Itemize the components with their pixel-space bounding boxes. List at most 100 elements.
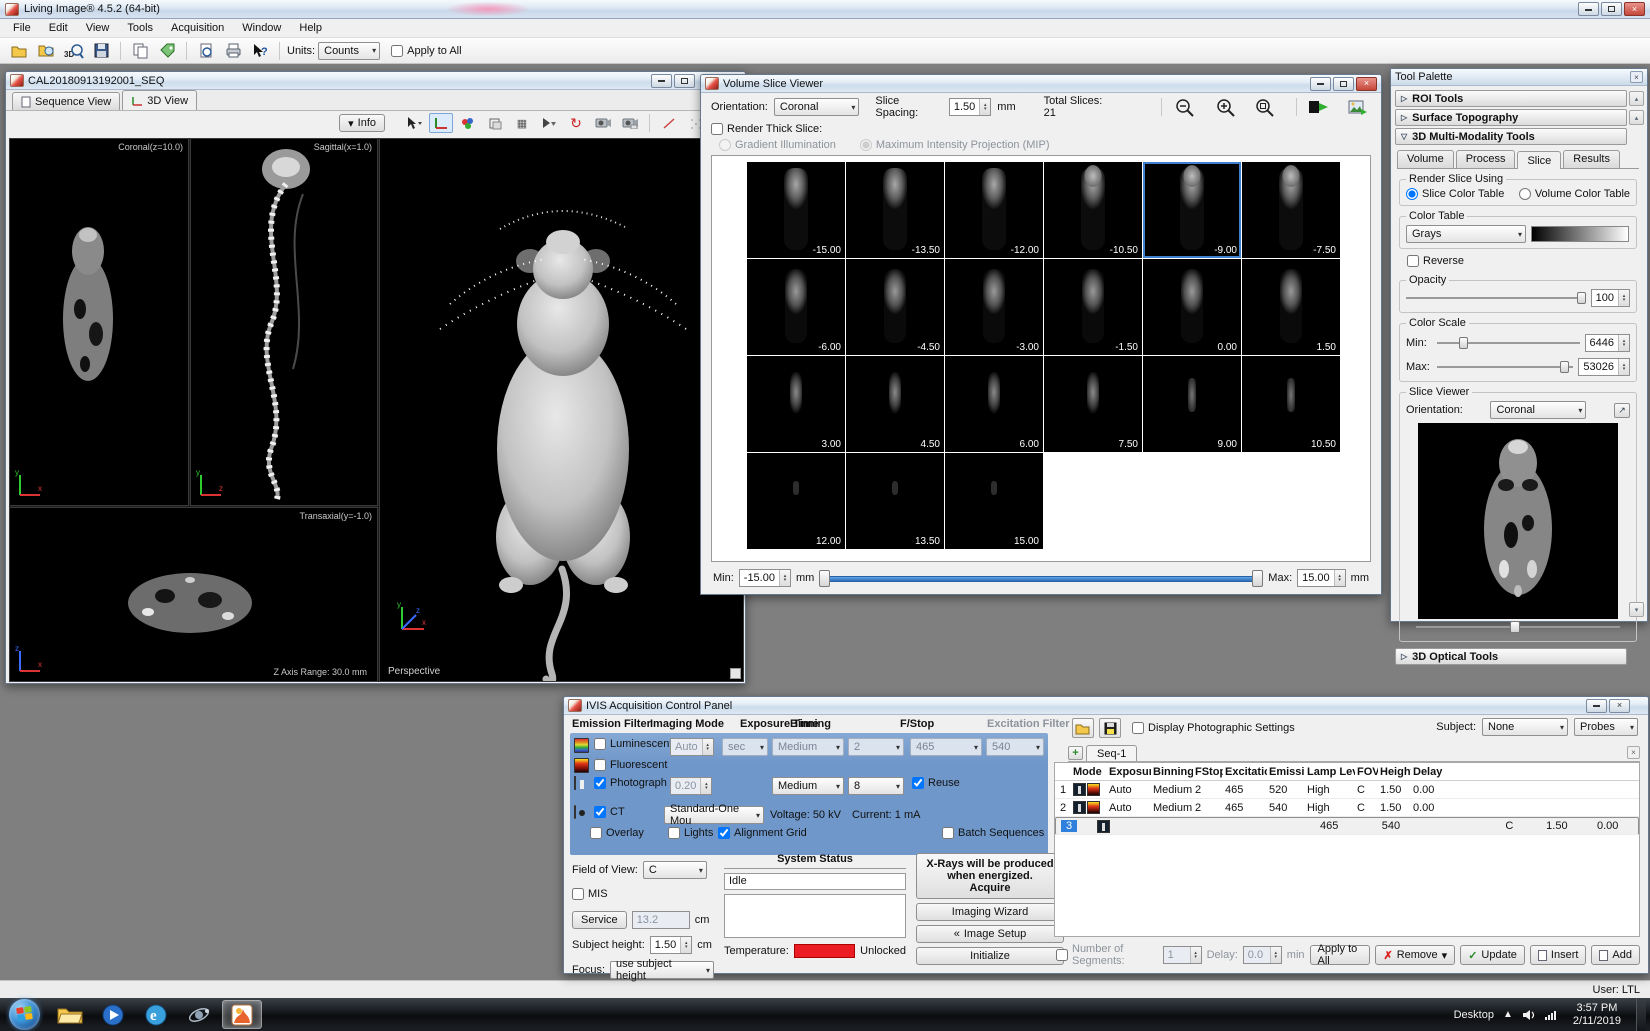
- slice-thumbnail[interactable]: -4.50: [846, 259, 944, 355]
- slice-thumbnail[interactable]: 15.00: [945, 453, 1043, 549]
- sequence-window-titlebar[interactable]: CAL20180913192001_SEQ: [6, 72, 745, 90]
- slice-thumbnail[interactable]: 0.00: [1143, 259, 1241, 355]
- slice-thumbnail[interactable]: -9.00: [1143, 162, 1241, 258]
- ct-mode-select[interactable]: Standard-One Mou▾: [664, 806, 764, 824]
- overlay-checkbox[interactable]: Overlay: [590, 827, 644, 839]
- max-spinner[interactable]: 53026▴▾: [1578, 358, 1630, 376]
- print-icon[interactable]: [221, 40, 245, 61]
- min-handle[interactable]: [1459, 337, 1468, 349]
- close-icon[interactable]: ×: [1630, 71, 1643, 83]
- maximize-button[interactable]: [1601, 2, 1622, 16]
- focus-select[interactable]: use subject height▾: [610, 961, 714, 979]
- tray-chevron-icon[interactable]: ▲: [1503, 1009, 1513, 1020]
- initialize-button[interactable]: Initialize: [916, 947, 1064, 965]
- export-movie-icon[interactable]: [1307, 97, 1332, 117]
- slice-thumbnail[interactable]: -13.50: [846, 162, 944, 258]
- slice-thumbnail[interactable]: 3.00: [747, 356, 845, 452]
- copy-icon[interactable]: [128, 40, 152, 61]
- batch-sequences-checkbox[interactable]: Batch Sequences: [942, 827, 1044, 839]
- show-desktop-button[interactable]: [1636, 998, 1646, 1031]
- 3d-browse-icon[interactable]: 3D: [62, 40, 86, 61]
- sagittal-viewport[interactable]: Sagittal(x=1.0) yz: [190, 138, 378, 506]
- segments-checkbox[interactable]: Number of Segments:: [1056, 943, 1158, 967]
- taskbar-browser-icon[interactable]: e: [136, 1000, 176, 1029]
- minimize-button[interactable]: [1578, 2, 1599, 16]
- photo-binning-select[interactable]: Medium▾: [772, 777, 844, 795]
- render-thick-checkbox[interactable]: Render Thick Slice:: [711, 123, 822, 135]
- mip-radio[interactable]: Maximum Intensity Projection (MIP): [860, 139, 1050, 151]
- preview-slider[interactable]: [1416, 621, 1620, 633]
- color-scale-max-slider[interactable]: [1437, 360, 1573, 374]
- color-table-select[interactable]: Grays▾: [1406, 225, 1526, 243]
- slice-thumbnail[interactable]: -3.00: [945, 259, 1043, 355]
- insert-button[interactable]: Insert: [1530, 945, 1587, 965]
- save-sequence-icon[interactable]: [1099, 718, 1121, 738]
- palette-tab[interactable]: Process: [1456, 150, 1516, 168]
- tray-speaker-icon[interactable]: [1522, 1009, 1535, 1021]
- minimize-button[interactable]: [1310, 77, 1331, 91]
- add-button[interactable]: Add: [1591, 945, 1640, 965]
- reuse-checkbox[interactable]: Reuse: [912, 777, 960, 789]
- menu-item[interactable]: Acquisition: [162, 20, 233, 36]
- scroll-up-icon[interactable]: ▴: [1629, 91, 1644, 106]
- export-image-icon[interactable]: [1346, 97, 1371, 117]
- tray-network-icon[interactable]: [1544, 1009, 1558, 1021]
- min-spinner[interactable]: 6446▴▾: [1585, 334, 1630, 352]
- apply-to-all-button[interactable]: Apply to All: [1310, 945, 1371, 965]
- perspective-viewport[interactable]: Perspective y x z: [379, 138, 744, 682]
- section-surface-topography[interactable]: ▷Surface Topography: [1395, 109, 1627, 126]
- close-button[interactable]: ×: [1609, 699, 1630, 713]
- pointer-tool-icon[interactable]: [402, 113, 426, 133]
- menu-item[interactable]: View: [77, 20, 119, 36]
- lights-checkbox[interactable]: Lights: [668, 827, 713, 839]
- taskbar-living-image-icon[interactable]: [222, 1000, 262, 1029]
- acquire-button[interactable]: X-Rays will be producedwhen energized.Ac…: [916, 853, 1064, 899]
- slice-thumbnail[interactable]: 13.50: [846, 453, 944, 549]
- menu-item[interactable]: Tools: [118, 20, 162, 36]
- close-button[interactable]: ×: [1356, 77, 1377, 91]
- tool-palette-titlebar[interactable]: Tool Palette ×: [1391, 69, 1647, 86]
- max-handle[interactable]: [1560, 361, 1569, 373]
- camera-tool-icon[interactable]: [591, 113, 615, 133]
- orientation-select[interactable]: Coronal▾: [774, 98, 860, 116]
- slice-thumbnail[interactable]: -12.00: [945, 162, 1043, 258]
- slice-thumbnail[interactable]: -6.00: [747, 259, 845, 355]
- start-button[interactable]: [9, 999, 40, 1030]
- minimize-button[interactable]: [1586, 699, 1607, 713]
- taskbar-clock[interactable]: 3:57 PM 2/11/2019: [1567, 1002, 1627, 1028]
- slice-thumbnail[interactable]: 4.50: [846, 356, 944, 452]
- transaxial-viewport[interactable]: Transaxial(y=-1.0) Z Axis Range: 30.0 mm…: [9, 507, 378, 682]
- slice-color-table-radio[interactable]: Slice Color Table: [1406, 188, 1504, 200]
- subject-height-spinner[interactable]: 1.50▴▾: [650, 936, 692, 954]
- taskbar-molecule-icon[interactable]: [179, 1000, 219, 1029]
- animate-tool-icon[interactable]: [537, 113, 561, 133]
- color-tool-icon[interactable]: [456, 113, 480, 133]
- slice-thumbnail[interactable]: -1.50: [1044, 259, 1142, 355]
- range-handle-max[interactable]: [1252, 570, 1263, 587]
- add-sequence-tab-button[interactable]: +: [1068, 746, 1083, 760]
- slice-thumbnail[interactable]: 7.50: [1044, 356, 1142, 452]
- resize-grip[interactable]: [730, 668, 741, 679]
- browse-icon[interactable]: [35, 40, 59, 61]
- fluorescent-checkbox[interactable]: Fluorescent: [594, 759, 667, 771]
- slice-thumbnail[interactable]: 9.00: [1143, 356, 1241, 452]
- info-button[interactable]: ▾Info: [339, 114, 385, 132]
- zoom-reset-icon[interactable]: [1253, 97, 1278, 117]
- taskbar-explorer-icon[interactable]: [50, 1000, 90, 1029]
- section-3d-optical-tools[interactable]: ▷3D Optical Tools: [1395, 648, 1627, 665]
- section-roi-tools[interactable]: ▷ROI Tools: [1395, 90, 1627, 107]
- scroll-up2-icon[interactable]: ▴: [1629, 110, 1644, 125]
- record-tool-icon[interactable]: [618, 113, 642, 133]
- preview-icon[interactable]: [194, 40, 218, 61]
- taskbar-media-player-icon[interactable]: [93, 1000, 133, 1029]
- tag-icon[interactable]: [155, 40, 179, 61]
- maximize-button[interactable]: [674, 74, 695, 88]
- imaging-wizard-button[interactable]: Imaging Wizard: [916, 903, 1064, 921]
- slice-thumbnail[interactable]: 12.00: [747, 453, 845, 549]
- grid-tool-icon[interactable]: ▦: [510, 113, 534, 133]
- opacity-slider[interactable]: [1406, 291, 1586, 305]
- menu-item[interactable]: Help: [290, 20, 331, 36]
- depth-range-slider[interactable]: [819, 570, 1263, 587]
- palette-orientation-select[interactable]: Coronal▾: [1490, 401, 1586, 419]
- slice-thumbnail[interactable]: -7.50: [1242, 162, 1340, 258]
